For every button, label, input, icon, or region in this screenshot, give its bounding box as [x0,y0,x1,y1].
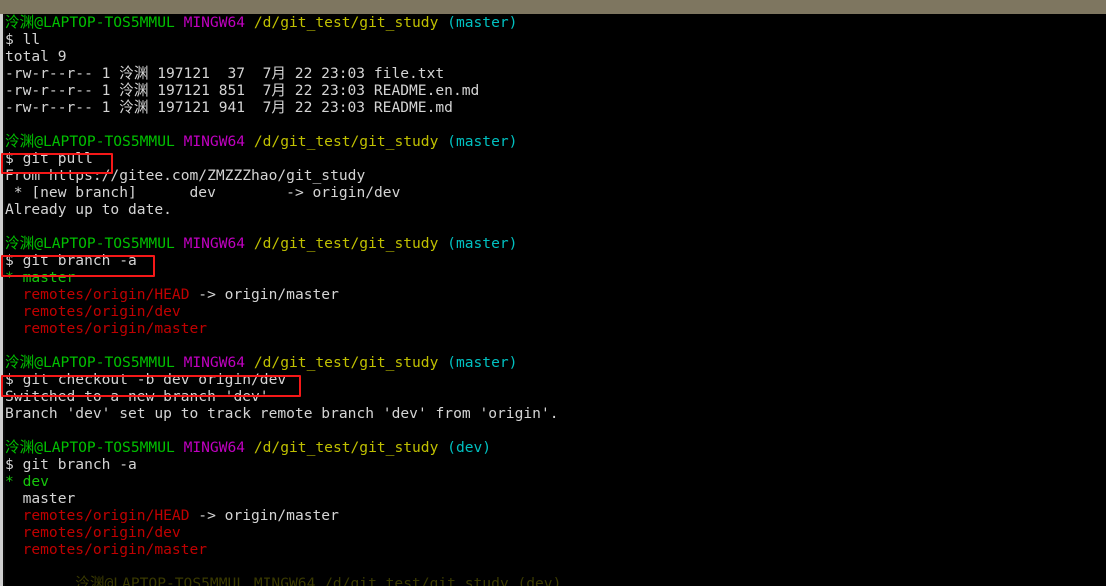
terminal-text-segment: 泠渊@LAPTOP-TOS5MMUL [5,354,175,371]
terminal-text-segment: Switched to a new branch 'dev' [5,388,269,405]
terminal-line: 泠渊@LAPTOP-TOS5MMUL MINGW64 /d/git_test/g… [5,235,1106,252]
terminal-line: * [new branch] dev -> origin/dev [5,184,1106,201]
terminal-line: -rw-r--r-- 1 泠渊 197121 941 7月 22 23:03 R… [5,99,1106,116]
terminal-text-segment: -rw-r--r-- 1 泠渊 197121 851 7月 22 23:03 R… [5,82,480,99]
terminal-text-segment: MINGW64 [174,439,246,456]
terminal-line: * master [5,269,1106,286]
terminal-text-segment: $ git pull [5,150,93,167]
terminal-line: From https://gitee.com/ZMZZZhao/git_stud… [5,167,1106,184]
terminal-line: 泠渊@LAPTOP-TOS5MMUL MINGW64 /d/git_test/g… [5,439,1106,456]
terminal-text-segment: /d/git_test/git_study [245,133,439,150]
window-titlebar [0,0,1106,14]
terminal-line: remotes/origin/dev [5,524,1106,541]
terminal-line: $ ll [5,31,1106,48]
terminal-text-segment: remotes/origin/dev [5,303,181,320]
terminal-text-segment: total 9 [5,48,67,65]
terminal-line: remotes/origin/dev [5,303,1106,320]
terminal-text-segment: /d/git_test/git_study [315,575,509,586]
terminal-text-segment: MINGW64 [174,133,246,150]
terminal-text-segment: 泠渊@LAPTOP-TOS5MMUL [5,575,246,586]
terminal-output-area[interactable]: 泠渊@LAPTOP-TOS5MMUL MINGW64 /d/git_test/g… [5,14,1106,586]
terminal-text-segment: $ git checkout -b dev origin/dev [5,371,287,388]
terminal-line: -rw-r--r-- 1 泠渊 197121 37 7月 22 23:03 fi… [5,65,1106,82]
terminal-text-segment: MINGW64 [245,575,316,586]
terminal-line: $ git branch -a [5,252,1106,269]
terminal-text-segment: (master) [438,354,518,371]
terminal-text-segment: $ git branch -a [5,456,137,473]
terminal-text-segment: 泠渊@LAPTOP-TOS5MMUL [5,439,175,456]
terminal-text-segment: (master) [438,14,518,31]
terminal-text-segment: remotes/origin/master [5,320,208,337]
terminal-line: Already up to date. [5,201,1106,218]
terminal-line: remotes/origin/HEAD -> origin/master [5,507,1106,524]
terminal-text-segment: -> origin/master [189,507,339,524]
terminal-text-segment: remotes/origin/HEAD [5,507,190,524]
terminal-text-segment: (dev) [438,439,492,456]
terminal-text-segment: Branch 'dev' set up to track remote bran… [5,405,559,422]
terminal-text-segment: /d/git_test/git_study [245,439,439,456]
terminal-text-segment: (dev) [508,575,562,586]
terminal-line: Switched to a new branch 'dev' [5,388,1106,405]
terminal-window: 泠渊@LAPTOP-TOS5MMUL MINGW64 /d/git_test/g… [0,0,1106,586]
terminal-text-segment: 泠渊@LAPTOP-TOS5MMUL [5,133,175,150]
terminal-line: total 9 [5,48,1106,65]
terminal-line: 泠渊@LAPTOP-TOS5MMUL MINGW64 /d/git_test/g… [5,354,1106,371]
terminal-text-segment: remotes/origin/dev [5,524,181,541]
terminal-text-segment: -rw-r--r-- 1 泠渊 197121 941 7月 22 23:03 R… [5,99,453,116]
terminal-line: remotes/origin/HEAD -> origin/master [5,286,1106,303]
terminal-line: -rw-r--r-- 1 泠渊 197121 851 7月 22 23:03 R… [5,82,1106,99]
terminal-text-segment: 泠渊@LAPTOP-TOS5MMUL [5,235,175,252]
terminal-text-segment: MINGW64 [174,354,246,371]
terminal-text-segment: 泠渊@LAPTOP-TOS5MMUL [5,14,175,31]
terminal-text-segment: remotes/origin/master [5,541,208,558]
terminal-line: remotes/origin/master [5,320,1106,337]
terminal-line: 泠渊@LAPTOP-TOS5MMUL MINGW64 /d/git_test/g… [5,575,1106,586]
terminal-line: $ git pull [5,150,1106,167]
terminal-text-segment: /d/git_test/git_study [245,235,439,252]
terminal-text-segment: $ git branch -a [5,252,137,269]
terminal-text-segment: MINGW64 [174,14,246,31]
terminal-line: 泠渊@LAPTOP-TOS5MMUL MINGW64 /d/git_test/g… [5,14,1106,31]
terminal-line: $ git checkout -b dev origin/dev [5,371,1106,388]
terminal-text-segment: /d/git_test/git_study [245,14,439,31]
terminal-line: Branch 'dev' set up to track remote bran… [5,405,1106,422]
terminal-text-segment: $ ll [5,31,41,48]
terminal-text-segment: * dev [5,473,49,490]
terminal-text-segment: /d/git_test/git_study [245,354,439,371]
terminal-text-segment: remotes/origin/HEAD [5,286,190,303]
terminal-text-segment: From https://gitee.com/ZMZZZhao/git_stud… [5,167,366,184]
terminal-line: $ git branch -a [5,456,1106,473]
terminal-line: 泠渊@LAPTOP-TOS5MMUL MINGW64 /d/git_test/g… [5,133,1106,150]
terminal-text-segment: (master) [438,235,518,252]
terminal-text-segment: Already up to date. [5,201,172,218]
terminal-line: * dev [5,473,1106,490]
terminal-text-segment: MINGW64 [174,235,246,252]
terminal-text-segment: * master [5,269,76,286]
terminal-text-segment: * [new branch] dev -> origin/dev [5,184,401,201]
terminal-text-segment: -rw-r--r-- 1 泠渊 197121 37 7月 22 23:03 fi… [5,65,445,82]
terminal-line: remotes/origin/master [5,541,1106,558]
terminal-text-segment: master [5,490,76,507]
terminal-line: master [5,490,1106,507]
terminal-text-segment: -> origin/master [189,286,339,303]
terminal-text-segment: (master) [438,133,518,150]
